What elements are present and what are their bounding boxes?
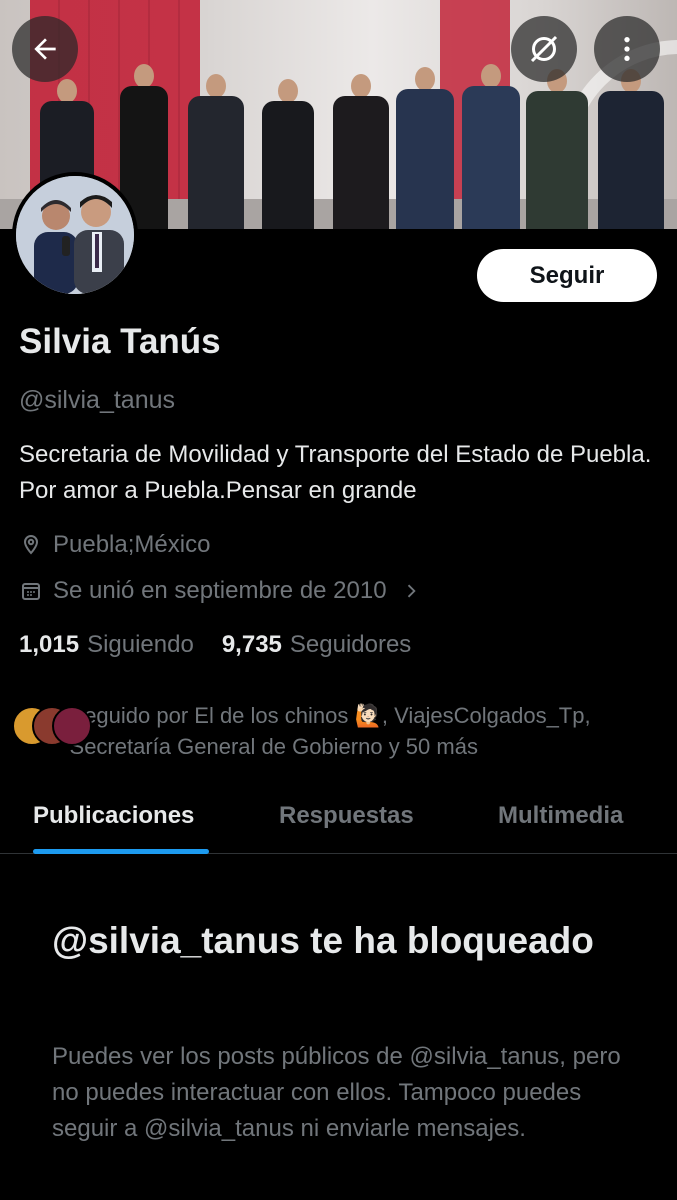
tab-label: Multimedia	[498, 802, 624, 829]
followers-label: Seguidores	[289, 631, 412, 658]
banner-person	[462, 64, 520, 229]
banner-person	[333, 74, 389, 229]
blocked-message: Puedes ver los posts públicos de @silvia…	[52, 1043, 621, 1142]
follow-stats: 1,015 Siguiendo 9,735 Seguidores	[19, 631, 439, 659]
banner-person	[598, 69, 664, 229]
banner-person	[262, 79, 314, 229]
follow-button[interactable]: Seguir	[477, 249, 657, 302]
following-count: 1,015	[19, 631, 80, 658]
back-button[interactable]	[12, 16, 78, 82]
more-options-button[interactable]	[594, 16, 660, 82]
profile-handle: @silvia_tanus	[19, 386, 176, 414]
active-tab-indicator	[33, 849, 209, 854]
chevron-right-icon	[407, 584, 416, 598]
calendar-icon	[22, 583, 40, 600]
location-text: Puebla;México	[53, 531, 211, 558]
following-stat[interactable]: 1,015 Siguiendo	[19, 631, 194, 659]
followers-stat[interactable]: 9,735 Seguidores	[222, 631, 411, 659]
arrow-left-icon	[34, 38, 56, 60]
followed-by-avatars	[12, 706, 92, 750]
banner-person	[188, 74, 244, 229]
profile-bio: Secretaria de Movilidad y Transporte del…	[19, 441, 652, 504]
profile-name: Silvia Tanús	[19, 322, 221, 361]
tab-label: Publicaciones	[33, 802, 195, 829]
banner-person	[396, 67, 454, 229]
profile-tabs: Publicaciones Respuestas Multimedia	[0, 780, 677, 854]
slashed-circle-icon	[530, 35, 558, 63]
avatar-illustration	[16, 176, 134, 294]
tab-label: Respuestas	[279, 802, 414, 829]
grok-button[interactable]	[511, 16, 577, 82]
joined-row[interactable]: Se unió en septiembre de 2010	[19, 577, 431, 605]
avatar-photo	[16, 176, 134, 294]
tab-respuestas[interactable]: Respuestas	[279, 780, 429, 854]
location-row: Puebla;México	[19, 531, 210, 559]
follower-avatar	[52, 706, 92, 746]
joined-text: Se unió en septiembre de 2010	[53, 577, 387, 604]
followed-by-text: Seguido por El de los chinos 🙋🏻, ViajesC…	[69, 703, 591, 759]
vertical-dots-icon	[624, 37, 630, 61]
tab-multimedia[interactable]: Multimedia	[498, 780, 648, 854]
followed-by-section[interactable]: Seguido por El de los chinos 🙋🏻, ViajesC…	[12, 700, 672, 762]
blocked-title: @silvia_tanus te ha bloqueado	[52, 920, 594, 961]
banner-person	[526, 69, 588, 229]
following-label: Siguiendo	[87, 631, 194, 658]
profile-avatar[interactable]	[12, 172, 138, 298]
location-pin-icon	[23, 534, 39, 555]
followers-count: 9,735	[221, 631, 282, 658]
tab-publicaciones[interactable]: Publicaciones	[33, 780, 209, 854]
